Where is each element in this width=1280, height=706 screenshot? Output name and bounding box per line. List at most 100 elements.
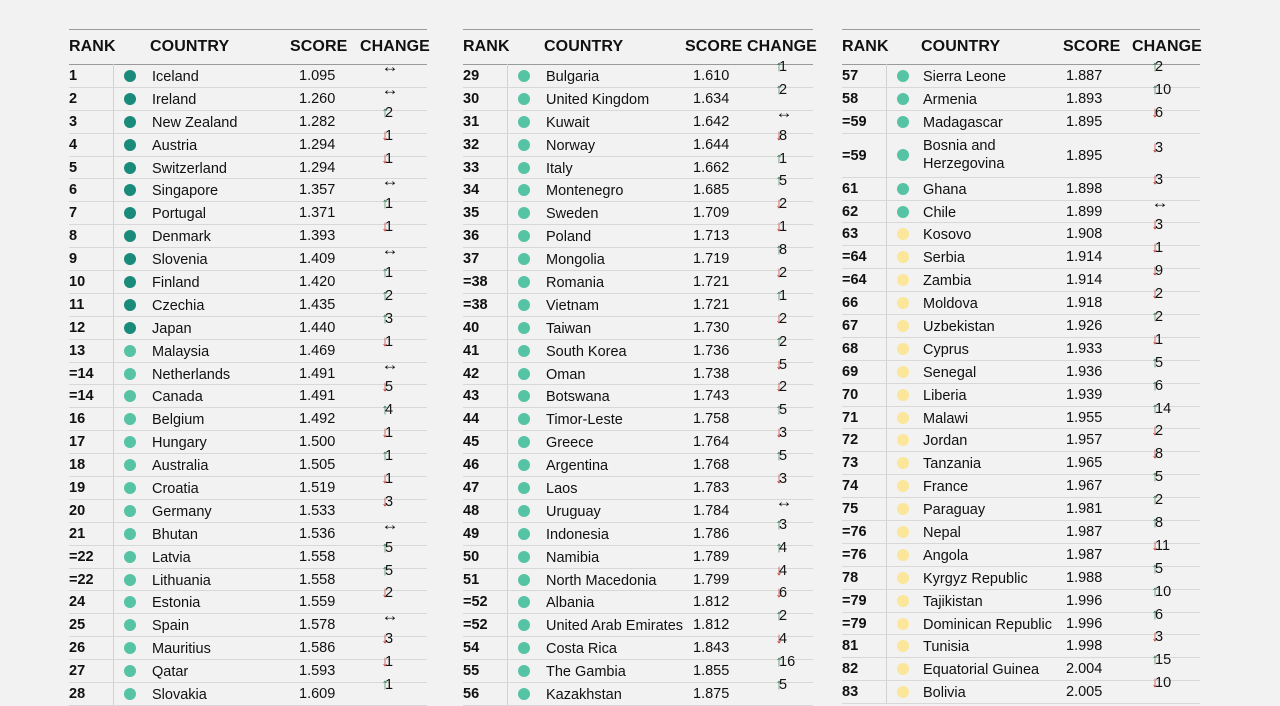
peace-level-dot-icon: [897, 503, 909, 516]
country-cell: Kuwait: [546, 114, 590, 131]
table-row: =14 Canada 1.491 ↓ 5: [69, 378, 427, 409]
score-cell: 1.939: [1066, 386, 1103, 403]
rank-cell: 40: [463, 319, 480, 336]
rank-cell: =59: [842, 113, 867, 130]
rank-cell: 74: [842, 478, 859, 495]
peace-level-dot-icon: [518, 436, 530, 449]
rank-cell: 19: [69, 480, 86, 497]
peace-level-dot-icon: [897, 686, 909, 699]
peace-level-dot-icon: [124, 550, 136, 563]
peace-level-dot-icon: [124, 596, 136, 609]
country-cell: Hungary: [152, 435, 207, 452]
score-cell: 1.713: [693, 228, 730, 245]
arrow-both-icon: ↔: [381, 171, 399, 191]
score-cell: 1.721: [693, 274, 730, 291]
score-cell: 1.721: [693, 296, 730, 313]
rank-cell: 68: [842, 340, 859, 357]
peace-level-dot-icon: [518, 184, 530, 197]
change-value: 2: [1155, 423, 1164, 440]
change-value: 5: [779, 356, 788, 373]
country-cell: Dominican Republic: [923, 616, 1052, 633]
change-value: 5: [779, 677, 788, 694]
country-cell: Slovakia: [152, 687, 207, 704]
rank-cell: 75: [842, 501, 859, 518]
country-cell: The Gambia: [546, 664, 626, 681]
country-cell: Bulgaria: [546, 69, 600, 85]
table-row: 5 Switzerland 1.294 ↓ 1: [69, 150, 427, 180]
country-cell: Czechia: [152, 297, 205, 314]
change-value: 1: [385, 425, 394, 442]
score-cell: 1.812: [693, 594, 730, 611]
table-row: 16 Belgium 1.492 ↑ 4: [69, 401, 427, 432]
country-cell: Poland: [546, 229, 592, 246]
country-cell: Canada: [152, 389, 203, 406]
change-value: 5: [1155, 560, 1164, 577]
change-value: 1: [385, 265, 394, 282]
rank-cell: =52: [463, 594, 488, 611]
score-cell: 1.282: [299, 113, 336, 130]
change-value: 1: [385, 196, 394, 213]
table-row: =52 United Arab Emirates 1.812 ↑ 2: [463, 607, 813, 638]
change-value: 3: [1155, 171, 1164, 188]
country-cell: Kosovo: [923, 227, 972, 244]
change-value: 5: [779, 402, 788, 419]
peace-level-dot-icon: [518, 482, 530, 495]
country-header: COUNTRY: [544, 38, 624, 55]
rank-cell: 58: [842, 90, 859, 107]
arrow-both-icon: ↔: [381, 606, 399, 626]
peace-level-dot-icon: [124, 482, 136, 495]
change-value: 1: [385, 677, 394, 694]
score-cell: 1.914: [1066, 249, 1103, 266]
rank-cell: 67: [842, 318, 859, 335]
peace-level-dot-icon: [897, 457, 909, 470]
change-value: 2: [779, 265, 788, 282]
rank-cell: =38: [463, 296, 488, 313]
peace-level-dot-icon: [518, 344, 530, 357]
country-cell: Croatia: [152, 481, 199, 498]
rank-cell: 27: [69, 663, 86, 680]
score-cell: 1.593: [299, 663, 336, 680]
rank-cell: =59: [842, 147, 867, 164]
country-cell: Italy: [546, 160, 573, 177]
peace-level-dot-icon: [897, 342, 909, 355]
table-row: 27 Qatar 1.593 ↓ 1: [69, 653, 427, 684]
score-cell: 1.743: [693, 388, 730, 405]
change-value: 15: [1155, 652, 1172, 669]
rank-cell: 44: [463, 411, 480, 428]
peace-level-dot-icon: [897, 228, 909, 241]
change-value: 1: [385, 127, 394, 144]
rank-cell: 36: [463, 228, 480, 245]
peace-level-dot-icon: [124, 138, 136, 151]
peace-level-dot-icon: [124, 253, 136, 266]
table-row: 46 Argentina 1.768 ↑ 5: [463, 447, 813, 478]
table-row: 7 Portugal 1.371 ↑ 1: [69, 195, 427, 226]
table-row: =79 Dominican Republic 1.996 ↑ 6: [842, 606, 1200, 636]
change-value: 2: [385, 287, 394, 304]
country-cell: Taiwan: [546, 320, 592, 337]
table-row: 31 Kuwait 1.642 ↔: [463, 103, 813, 134]
rank-header: RANK: [69, 38, 116, 55]
change-value: 9: [1155, 263, 1164, 280]
score-cell: 1.393: [299, 228, 336, 245]
score-cell: 1.095: [299, 68, 336, 84]
change-header: CHANGE: [747, 38, 817, 55]
table-row: 3 New Zealand 1.282 ↑ 2: [69, 104, 427, 134]
change-value: 2: [1155, 492, 1164, 509]
change-value: 10: [1155, 81, 1172, 98]
score-cell: 1.895: [1066, 113, 1103, 130]
country-header: COUNTRY: [150, 38, 230, 55]
rank-cell: 69: [842, 363, 859, 380]
rank-cell: 82: [842, 661, 859, 678]
country-cell: Portugal: [152, 206, 207, 223]
rank-cell: 6: [69, 182, 78, 199]
country-cell: Finland: [152, 275, 200, 292]
table-row: 72 Jordan 1.957 ↓ 2: [842, 422, 1200, 453]
peace-level-dot-icon: [897, 480, 909, 493]
score-cell: 1.559: [299, 594, 336, 611]
country-cell: Tunisia: [923, 639, 970, 656]
rank-cell: 13: [69, 342, 86, 359]
score-cell: 1.786: [693, 525, 730, 542]
score-cell: 1.519: [299, 480, 336, 497]
table-row: 67 Uzbekistan 1.926 ↑ 2: [842, 308, 1200, 338]
peace-level-dot-icon: [897, 182, 909, 195]
